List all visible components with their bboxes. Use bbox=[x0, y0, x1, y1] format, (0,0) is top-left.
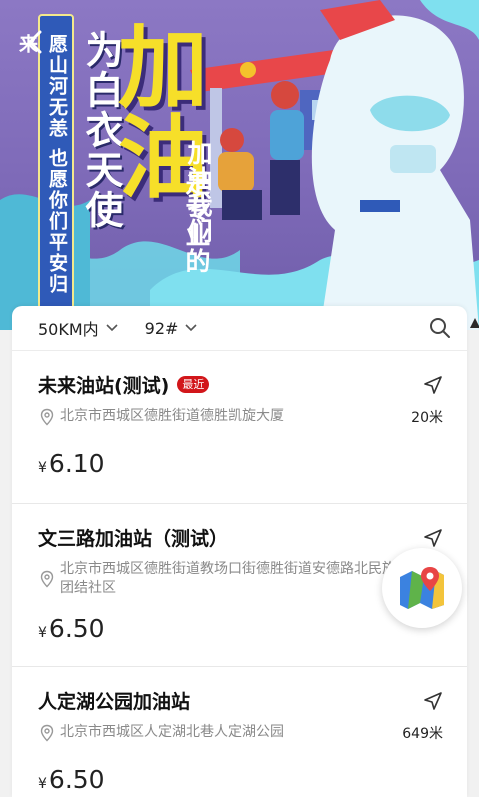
location-pin-icon bbox=[40, 408, 54, 426]
distance-filter[interactable]: 50KM内 bbox=[38, 316, 119, 340]
station-distance: 20米 bbox=[411, 410, 443, 426]
search-button[interactable] bbox=[427, 315, 453, 341]
navigate-button[interactable] bbox=[421, 373, 445, 397]
station-name: 文三路加油站（测试） bbox=[38, 527, 229, 550]
chevron-down-icon bbox=[185, 324, 198, 332]
fuel-filter[interactable]: 92# bbox=[145, 319, 199, 338]
station-name: 未来油站(测试) bbox=[38, 374, 170, 397]
fuel-filter-label: 92# bbox=[144, 318, 179, 338]
map-icon bbox=[400, 567, 444, 609]
currency-symbol: ¥ bbox=[38, 460, 47, 476]
navigate-button[interactable] bbox=[421, 689, 445, 713]
nearest-badge: 最近 bbox=[177, 375, 210, 393]
navigate-button[interactable] bbox=[421, 526, 445, 550]
promo-banner: 愿山河无恙 也愿你们平安归来 为白衣天使 加油 加油我们 是专业的 bbox=[0, 0, 479, 330]
currency-symbol: ¥ bbox=[38, 776, 47, 792]
station-item[interactable]: 未来油站(测试) 最近 北京市西城区德胜街道德胜凯旋大厦 20米 ¥ 6.10 bbox=[12, 351, 467, 504]
chevron-left-icon bbox=[28, 30, 42, 54]
currency-symbol: ¥ bbox=[38, 625, 47, 641]
distance-filter-label: 50KM内 bbox=[38, 320, 99, 339]
station-address: 北京市西城区德胜街道德胜凯旋大厦 bbox=[60, 408, 284, 424]
filter-bar: 50KM内 92# bbox=[12, 306, 467, 351]
location-pin-icon bbox=[40, 724, 54, 742]
back-button[interactable] bbox=[27, 30, 55, 64]
station-price: 6.50 bbox=[48, 614, 105, 643]
banner-subline-2: 是专业的 bbox=[182, 170, 211, 274]
edge-indicator bbox=[470, 318, 479, 328]
location-pin-icon bbox=[40, 570, 54, 588]
navigation-arrow-icon bbox=[424, 376, 442, 394]
chevron-down-icon bbox=[106, 324, 118, 332]
navigation-arrow-icon bbox=[424, 529, 442, 547]
station-name: 人定湖公园加油站 bbox=[38, 690, 191, 713]
station-distance: 649米 bbox=[402, 726, 443, 742]
station-address: 北京市西城区人定湖北巷人定湖公园 bbox=[60, 724, 284, 740]
station-price: 6.10 bbox=[48, 449, 105, 478]
navigation-arrow-icon bbox=[424, 692, 442, 710]
station-list-panel: 50KM内 92# 未来油站(测试) 最近 北京市西城区德胜街道德胜凯旋大厦 2… bbox=[12, 306, 467, 797]
search-icon bbox=[430, 318, 450, 338]
map-view-button[interactable] bbox=[382, 548, 462, 628]
station-item[interactable]: 人定湖公园加油站 北京市西城区人定湖北巷人定湖公园 649米 ¥ 6.50 bbox=[12, 667, 467, 797]
station-price: 6.50 bbox=[48, 765, 105, 794]
